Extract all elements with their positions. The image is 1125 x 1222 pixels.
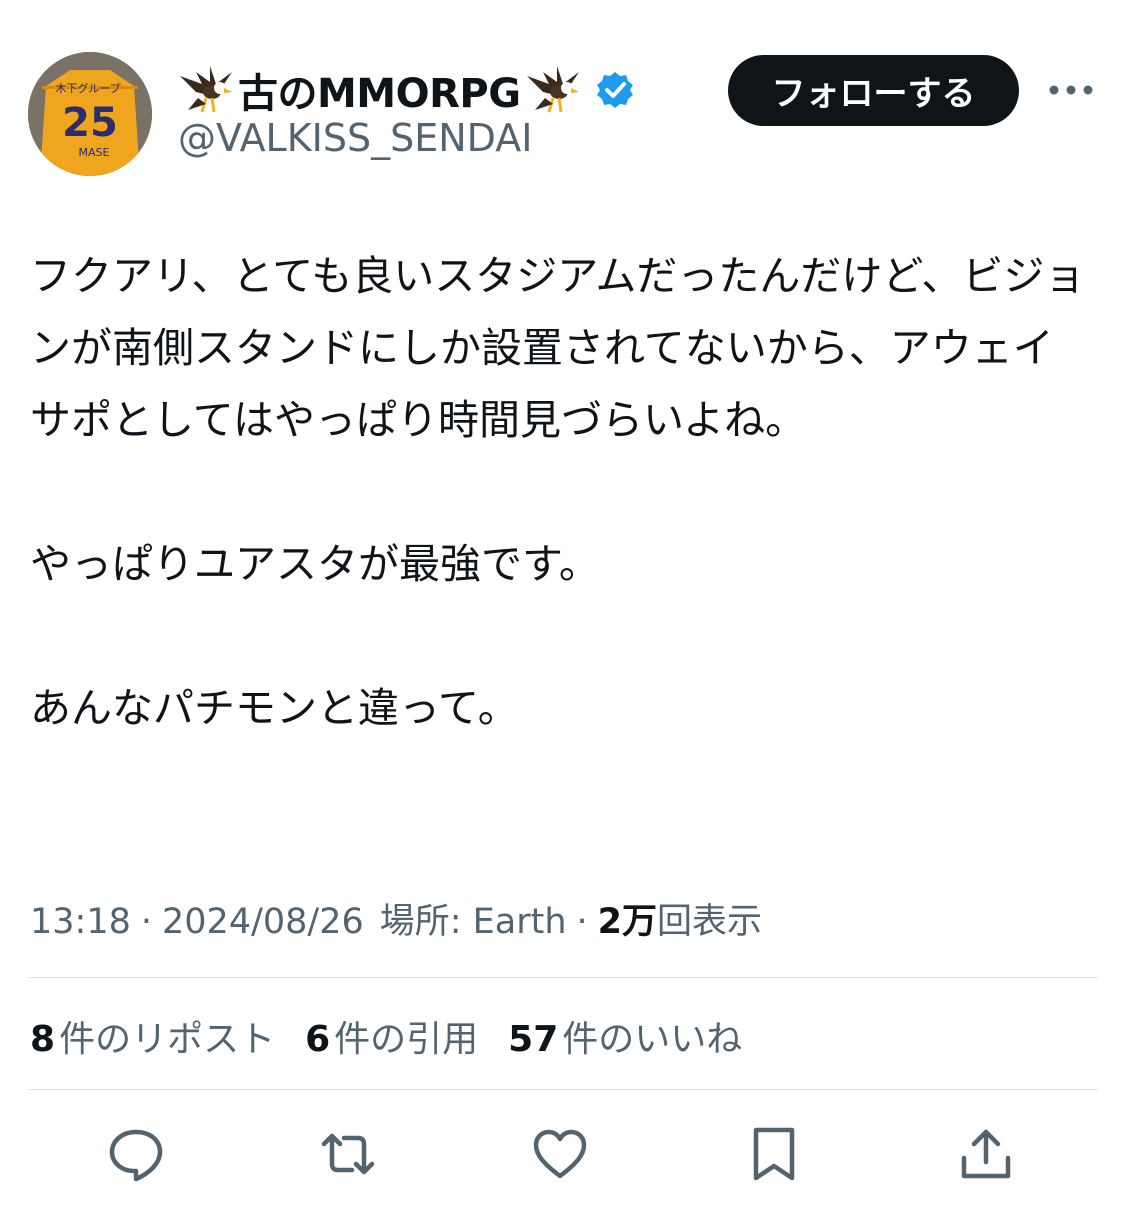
name-row[interactable]: 古のMMORPG [176, 62, 635, 118]
avatar-player: MASE [79, 146, 110, 159]
tweet-date[interactable]: 2024/08/26 [162, 902, 364, 942]
tweet-stats: 8 件のリポスト 6 件の引用 57 件のいいね [30, 1010, 772, 1062]
share-icon [961, 1129, 1011, 1179]
avatar[interactable]: 木下グループ 25 MASE [28, 52, 152, 176]
tweet-location: 場所: Earth [379, 902, 567, 942]
reply-button[interactable] [104, 1122, 168, 1186]
tweet-text: フクアリ、とても良いスタジアムだったんだけど、ビジョンが南側スタンドにしか設置さ… [30, 240, 1090, 744]
quotes-stat[interactable]: 6 件の引用 [305, 1010, 478, 1062]
reposts-stat[interactable]: 8 件のリポスト [30, 1010, 275, 1062]
tweet-paragraph: あんなパチモンと違って。 [30, 684, 519, 732]
reposts-count: 8 [30, 1019, 56, 1060]
quotes-label: 件の引用 [334, 1019, 479, 1060]
follow-button[interactable]: フォローする [728, 55, 1019, 126]
separator-dot: · [576, 902, 588, 942]
reply-icon [109, 1129, 163, 1182]
tweet-paragraph: フクアリ、とても良いスタジアムだったんだけど、ビジョンが南側スタンドにしか設置さ… [30, 252, 1086, 444]
eagle-icon [523, 62, 583, 118]
repost-icon [321, 1133, 375, 1175]
share-button[interactable] [954, 1122, 1018, 1186]
views-label: 回表示 [657, 902, 763, 942]
avatar-number: 25 [62, 100, 118, 146]
bookmark-button[interactable] [742, 1122, 806, 1186]
likes-stat[interactable]: 57 件のいいね [508, 1010, 742, 1062]
divider [28, 977, 1098, 978]
eagle-icon [176, 62, 236, 118]
avatar-sponsor: 木下グループ [55, 81, 120, 95]
avatar-image: 木下グループ 25 MASE [28, 52, 152, 176]
reposts-label: 件のリポスト [59, 1019, 276, 1060]
verified-badge-icon [595, 70, 635, 110]
likes-count: 57 [508, 1019, 559, 1060]
user-handle[interactable]: @VALKISS_SENDAI [178, 116, 532, 160]
tweet-time[interactable]: 13:18 [30, 902, 131, 942]
views-count: 2万 [597, 902, 658, 942]
tweet-detail: 木下グループ 25 MASE 古のMMORPG @VALKISS_SENDAI … [0, 0, 1125, 1222]
divider [28, 1089, 1098, 1090]
repost-button[interactable] [316, 1122, 380, 1186]
display-name[interactable]: 古のMMORPG [238, 61, 521, 119]
tweet-paragraph: やっぱりユアスタが最強です。 [30, 540, 600, 588]
likes-label: 件のいいね [562, 1019, 743, 1060]
more-icon[interactable] [1048, 78, 1094, 102]
quotes-count: 6 [305, 1019, 331, 1060]
bookmark-icon [753, 1127, 795, 1181]
separator-dot: · [140, 902, 153, 942]
like-button[interactable] [528, 1122, 592, 1186]
like-icon [533, 1129, 587, 1179]
tweet-meta: 13:18 · 2024/08/26 場所: Earth · 2万 回表示 [30, 893, 762, 944]
